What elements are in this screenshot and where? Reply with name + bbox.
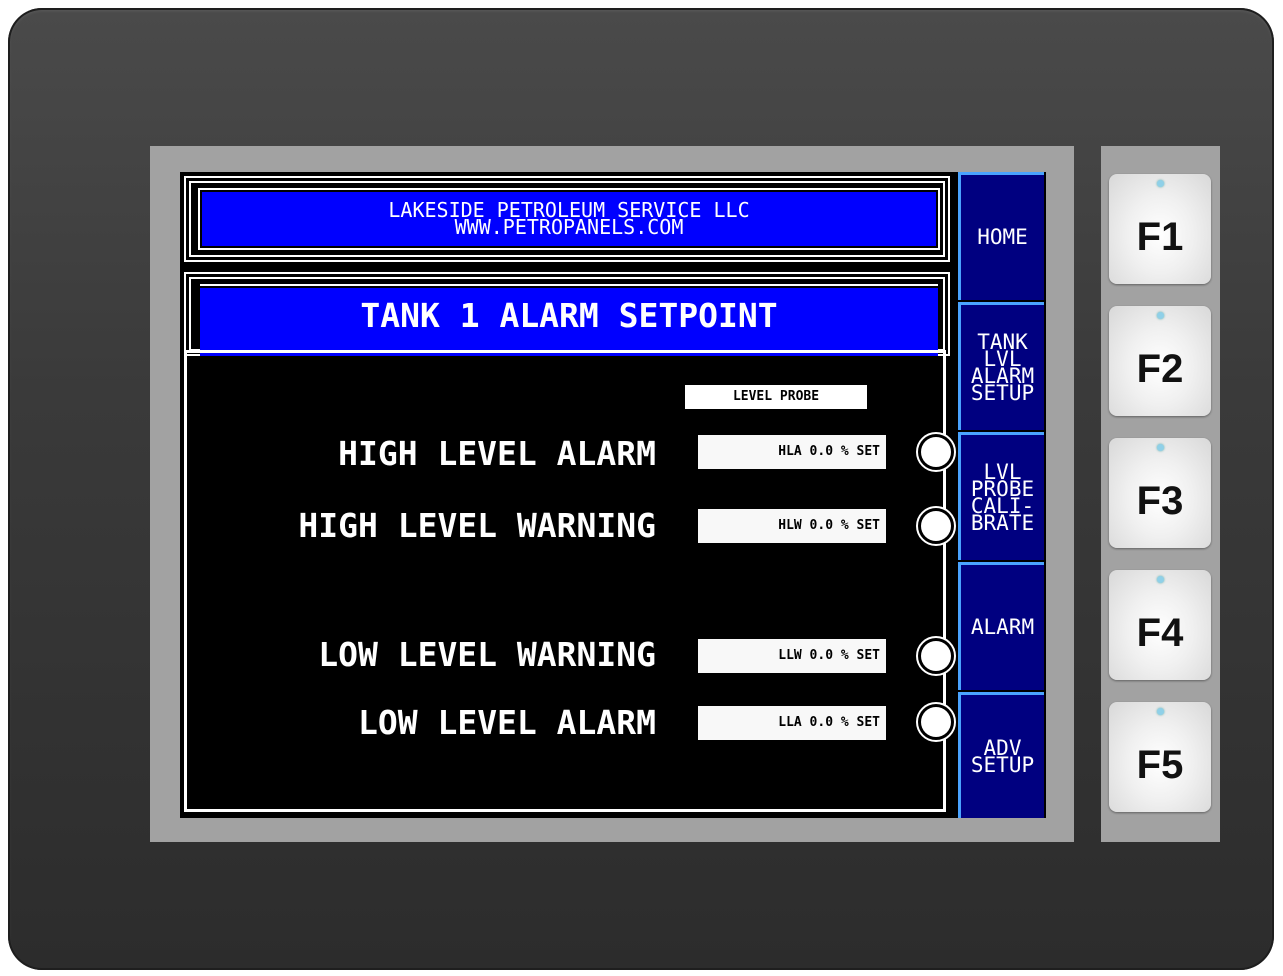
alarm-button[interactable]: ALARM (958, 562, 1044, 690)
f5-key-label: F5 (1136, 743, 1184, 787)
f3-key-label: F3 (1136, 479, 1184, 523)
f2-key-label: F2 (1136, 347, 1184, 391)
f5-led-icon (1157, 708, 1164, 715)
screen-frame: LAKESIDE PETROLEUM SERVICE LLC WWW.PETRO… (150, 146, 1074, 842)
tank-level-alarm-setup-button[interactable]: TANK LVL ALARM SETUP (958, 302, 1044, 430)
low-level-warning-indicator (916, 636, 956, 676)
high-level-alarm-label: HIGH LEVEL ALARM (338, 434, 656, 473)
f2-key[interactable]: F2 (1109, 306, 1211, 416)
company-banner: LAKESIDE PETROLEUM SERVICE LLC WWW.PETRO… (200, 190, 938, 248)
low-level-alarm-label: LOW LEVEL ALARM (357, 703, 656, 742)
f5-key[interactable]: F5 (1109, 702, 1211, 812)
hmi-screen: LAKESIDE PETROLEUM SERVICE LLC WWW.PETRO… (180, 172, 1046, 818)
high-level-warning-setpoint[interactable]: HLW 0.0 % SET (698, 509, 886, 543)
page-title-frame: TANK 1 ALARM SETPOINT (184, 272, 950, 356)
high-level-warning-label: HIGH LEVEL WARNING (298, 506, 656, 545)
f1-key[interactable]: F1 (1109, 174, 1211, 284)
high-level-alarm-setpoint[interactable]: HLA 0.0 % SET (698, 435, 886, 469)
f1-led-icon (1157, 180, 1164, 187)
low-level-warning-setpoint[interactable]: LLW 0.0 % SET (698, 639, 886, 673)
f4-key-label: F4 (1136, 611, 1184, 655)
home-button[interactable]: HOME (958, 172, 1044, 300)
f3-led-icon (1157, 444, 1164, 451)
f4-led-icon (1157, 576, 1164, 583)
company-website: WWW.PETROPANELS.COM (454, 215, 684, 239)
f4-key[interactable]: F4 (1109, 570, 1211, 680)
level-probe-calibrate-button[interactable]: LVL PROBE CALI- BRATE (958, 432, 1044, 560)
low-level-warning-label: LOW LEVEL WARNING (318, 635, 656, 674)
page-title: TANK 1 ALARM SETPOINT (200, 286, 938, 356)
f3-key[interactable]: F3 (1109, 438, 1211, 548)
company-header: LAKESIDE PETROLEUM SERVICE LLC WWW.PETRO… (184, 176, 950, 262)
high-level-alarm-indicator (916, 432, 956, 472)
function-key-panel: F1 F2 F3 F4 F5 (1101, 146, 1220, 842)
advanced-setup-button[interactable]: ADV SETUP (958, 692, 1044, 818)
high-level-warning-indicator (916, 506, 956, 546)
low-level-alarm-setpoint[interactable]: LLA 0.0 % SET (698, 706, 886, 740)
low-level-alarm-indicator (916, 702, 956, 742)
level-probe-label: LEVEL PROBE (685, 385, 867, 409)
f2-led-icon (1157, 312, 1164, 319)
f1-key-label: F1 (1136, 215, 1184, 259)
